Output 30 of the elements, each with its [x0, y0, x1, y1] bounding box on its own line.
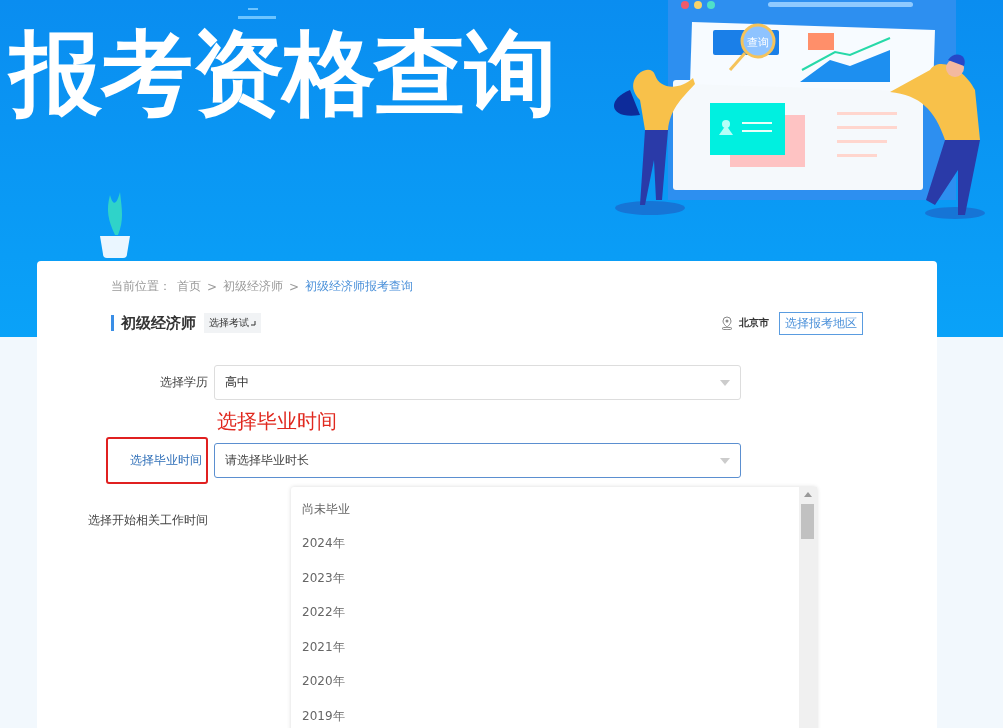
dash-lines-icon: [238, 8, 276, 20]
dropdown-option[interactable]: 2019年: [291, 699, 799, 728]
breadcrumb-separator: >: [289, 279, 300, 294]
dropdown-option[interactable]: 2021年: [291, 630, 799, 665]
corner-icon: [251, 320, 256, 326]
dropdown-option[interactable]: 2023年: [291, 561, 799, 596]
caret-icon: [720, 379, 730, 386]
field-label: 选择学历: [160, 374, 208, 391]
field-label: 选择毕业时间: [106, 437, 208, 484]
annotation-text: 选择毕业时间: [217, 408, 338, 435]
location-pin-icon: [721, 316, 733, 330]
dropdown-option[interactable]: 2020年: [291, 664, 799, 699]
dropdown-option[interactable]: 2022年: [291, 595, 799, 630]
breadcrumb-separator: >: [207, 279, 218, 294]
select-field[interactable]: 高中: [214, 365, 741, 400]
section-title: 初级经济师: [121, 313, 196, 333]
city-label: 北京市: [739, 316, 769, 330]
select-field[interactable]: 请选择毕业时长: [214, 443, 741, 478]
select-region-button[interactable]: 选择报考地区: [779, 311, 863, 335]
breadcrumb-link[interactable]: 初级经济师报考查询: [305, 278, 414, 295]
breadcrumb-label: 当前位置：: [111, 278, 171, 295]
scrollbar[interactable]: [799, 487, 817, 728]
select-exam-button[interactable]: 选择考试: [204, 313, 261, 333]
scroll-up-icon[interactable]: [804, 492, 812, 497]
scrollbar-thumb[interactable]: [801, 504, 814, 539]
magnifier-label: 查询: [747, 36, 769, 49]
field-label: 选择开始相关工作时间: [88, 512, 208, 529]
dropdown-option[interactable]: 尚未毕业: [291, 492, 799, 527]
dropdown-option[interactable]: 2024年: [291, 526, 799, 561]
caret-icon: [720, 457, 730, 464]
